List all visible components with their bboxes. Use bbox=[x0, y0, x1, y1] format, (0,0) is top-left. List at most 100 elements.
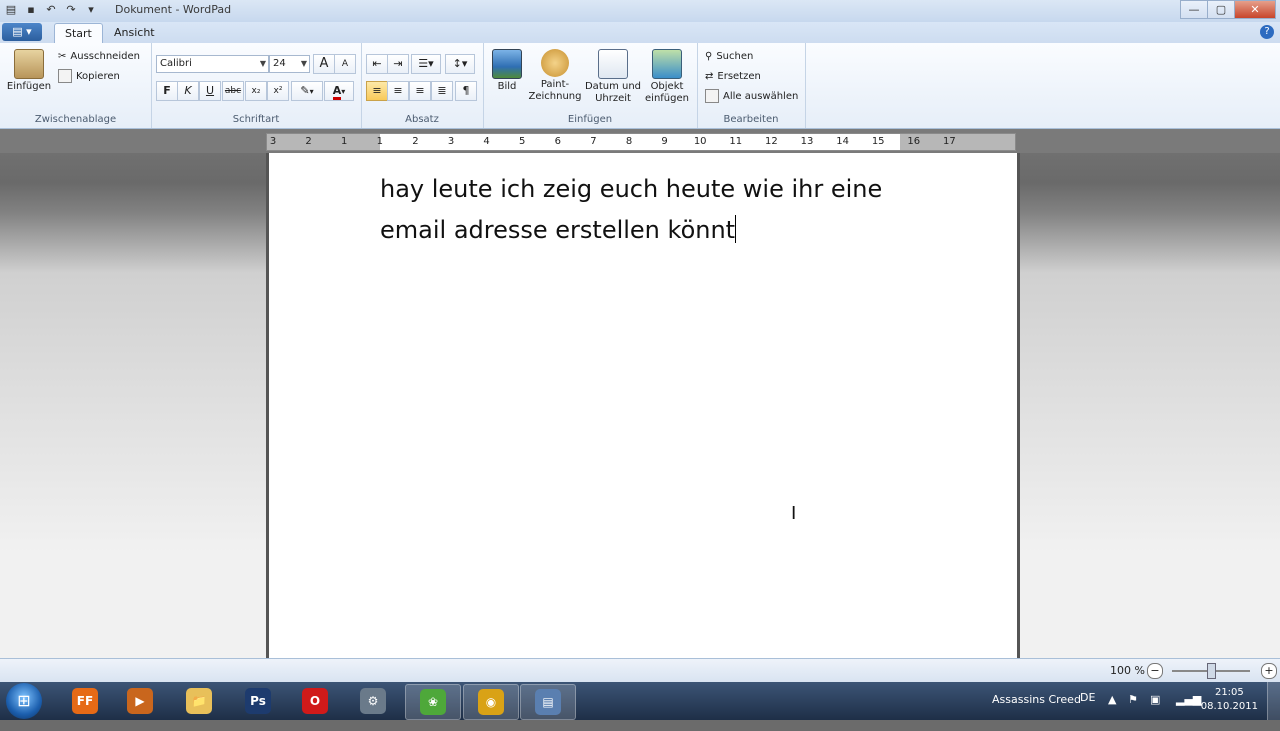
zoom-level: 100 % bbox=[1110, 664, 1145, 677]
object-label-line2: einfügen bbox=[645, 93, 689, 104]
chrome-icon: ◉ bbox=[478, 689, 504, 715]
subscript-button[interactable]: x₂ bbox=[245, 81, 267, 101]
select-all-icon bbox=[705, 89, 719, 103]
ruler-tick: 17 bbox=[943, 136, 956, 147]
text-caret bbox=[735, 215, 737, 243]
palette-icon bbox=[541, 49, 569, 77]
tray-network-icon[interactable]: ▣ bbox=[1150, 693, 1160, 731]
picture-button[interactable]: Bild bbox=[491, 49, 523, 93]
bullet-list-icon[interactable]: ☰▾ bbox=[411, 54, 441, 74]
opera-icon: O bbox=[302, 688, 328, 714]
bold-button[interactable]: F bbox=[156, 81, 178, 101]
tab-ansicht[interactable]: Ansicht bbox=[104, 23, 165, 43]
taskbar-app-leaf[interactable]: ❀ bbox=[405, 684, 461, 720]
ruler-tick: 14 bbox=[836, 136, 849, 147]
tab-start[interactable]: Start bbox=[54, 23, 103, 44]
copy-button[interactable]: Kopieren bbox=[58, 69, 120, 85]
ruler-tick: 12 bbox=[765, 136, 778, 147]
document-page[interactable]: hay leute ich zeig euch heute wie ihr ei… bbox=[266, 153, 1020, 658]
strikethrough-button[interactable]: abc bbox=[222, 81, 244, 101]
ruler-tick: 13 bbox=[800, 136, 814, 147]
window-controls: — ▢ ✕ bbox=[1180, 0, 1276, 19]
document-text[interactable]: hay leute ich zeig euch heute wie ihr ei… bbox=[380, 169, 920, 251]
wordpad-icon: ▤ bbox=[535, 689, 561, 715]
firefox-icon: FF bbox=[72, 688, 98, 714]
clipboard-icon bbox=[14, 49, 44, 79]
clock[interactable]: 21:05 08.10.2011 bbox=[1201, 686, 1258, 714]
close-button[interactable]: ✕ bbox=[1234, 0, 1276, 19]
tray-signal-icon[interactable]: ▂▄▆ bbox=[1176, 693, 1201, 731]
justify-icon[interactable]: ≣ bbox=[431, 81, 453, 101]
tool-icon: ⚙ bbox=[360, 688, 386, 714]
zoom-out-button[interactable]: − bbox=[1147, 663, 1163, 679]
paste-button[interactable]: Einfügen bbox=[6, 49, 52, 93]
ruler-tick: 7 bbox=[590, 136, 597, 147]
font-family-select[interactable]: Calibri ▼ bbox=[156, 55, 269, 73]
highlighter-icon: ✎ bbox=[300, 84, 310, 97]
align-center-icon[interactable]: ≡ bbox=[387, 81, 409, 101]
copy-label: Kopieren bbox=[76, 71, 120, 82]
taskbar-app-explorer[interactable]: 📁 bbox=[172, 684, 226, 718]
zoom-in-button[interactable]: + bbox=[1261, 663, 1277, 679]
group-paragraph: ⇤ ⇥ ☰▾ ↕▾ ≡ ≡ ≡ ≣ ¶ Absatz bbox=[361, 43, 484, 128]
taskbar-app-media[interactable]: ▶ bbox=[113, 684, 167, 718]
datetime-button[interactable]: Datum und Uhrzeit bbox=[583, 49, 643, 105]
application-menu-button[interactable]: ▤ ▾ bbox=[2, 23, 42, 41]
taskbar: ⊞ FF ▶ 📁 Ps O ⚙ ❀ ◉ ▤ Assassins Creed DE ▲ ⚑ ▣ ▂… bbox=[0, 682, 1280, 720]
explorer-icon: 📁 bbox=[186, 688, 212, 714]
font-group-label: Schriftart bbox=[232, 114, 280, 125]
replace-button[interactable]: ⇄ Ersetzen bbox=[705, 69, 761, 85]
paragraph-group-label: Absatz bbox=[405, 114, 439, 125]
italic-button[interactable]: K bbox=[177, 81, 199, 101]
picture-icon bbox=[492, 49, 522, 79]
decrease-indent-icon[interactable]: ⇤ bbox=[366, 54, 388, 74]
cut-button[interactable]: ✂ Ausschneiden bbox=[58, 49, 140, 65]
find-button[interactable]: ⚲ Suchen bbox=[705, 49, 753, 65]
clock-time: 21:05 bbox=[1214, 687, 1244, 698]
paste-label: Einfügen bbox=[6, 81, 52, 92]
taskbar-app-opera[interactable]: O bbox=[288, 684, 342, 718]
font-color-button[interactable]: A▾ bbox=[324, 81, 354, 101]
zoom-slider-thumb[interactable] bbox=[1207, 663, 1216, 679]
superscript-button[interactable]: x² bbox=[267, 81, 289, 101]
tray-flag-icon[interactable]: ⚑ bbox=[1128, 693, 1138, 731]
help-icon[interactable]: ? bbox=[1260, 25, 1274, 39]
taskbar-app-firefox[interactable]: FF bbox=[58, 684, 112, 718]
object-label-line1: Objekt bbox=[650, 81, 684, 92]
grow-font-button[interactable]: A bbox=[313, 54, 335, 74]
status-bar: 100 % − + bbox=[0, 658, 1280, 683]
minimize-button[interactable]: — bbox=[1180, 0, 1208, 19]
start-button[interactable]: ⊞ bbox=[6, 683, 42, 719]
object-icon bbox=[652, 49, 682, 79]
taskbar-app-photoshop[interactable]: Ps bbox=[231, 684, 285, 718]
underline-button[interactable]: U bbox=[199, 81, 221, 101]
show-desktop-button[interactable] bbox=[1267, 682, 1280, 720]
line-spacing-icon[interactable]: ↕▾ bbox=[445, 54, 475, 74]
maximize-button[interactable]: ▢ bbox=[1207, 0, 1235, 19]
ruler-tick: 5 bbox=[519, 136, 526, 147]
cut-label: Ausschneiden bbox=[70, 51, 140, 62]
ruler-tick: 3 bbox=[269, 136, 277, 147]
title-bar: ▤ ▪ ↶ ↷ ▾ Dokument - WordPad — ▢ ✕ bbox=[0, 0, 1280, 23]
taskbar-app-tool[interactable]: ⚙ bbox=[346, 684, 400, 718]
clipboard-group-label: Zwischenablage bbox=[34, 114, 117, 125]
taskbar-app-chrome[interactable]: ◉ bbox=[463, 684, 519, 720]
ruler-tick: 2 bbox=[412, 136, 419, 147]
tray-expand-icon[interactable]: ▲ bbox=[1108, 693, 1116, 731]
ruler[interactable]: 3 2 1 1 2 3 4 5 6 7 8 9 10 11 12 13 14 15 16 17 bbox=[266, 133, 1016, 151]
paint-drawing-button[interactable]: Paint- Zeichnung bbox=[527, 49, 583, 103]
language-indicator[interactable]: DE bbox=[1080, 691, 1095, 729]
shrink-font-button[interactable]: A bbox=[334, 54, 356, 74]
insert-object-button[interactable]: Objekt einfügen bbox=[643, 49, 691, 105]
ruler-area: 3 2 1 1 2 3 4 5 6 7 8 9 10 11 12 13 14 15 16 17 bbox=[0, 129, 1280, 153]
ruler-tick: 1 bbox=[341, 136, 348, 147]
align-left-icon[interactable]: ≡ bbox=[366, 81, 388, 101]
select-all-button[interactable]: Alle auswählen bbox=[705, 89, 798, 105]
group-insert: Bild Paint- Zeichnung Datum und Uhrzeit … bbox=[483, 43, 698, 128]
align-right-icon[interactable]: ≡ bbox=[409, 81, 431, 101]
font-size-select[interactable]: 24 ▼ bbox=[269, 55, 310, 73]
increase-indent-icon[interactable]: ⇥ bbox=[387, 54, 409, 74]
paragraph-settings-icon[interactable]: ¶ bbox=[455, 81, 477, 101]
taskbar-app-wordpad[interactable]: ▤ bbox=[520, 684, 576, 720]
highlight-button[interactable]: ✎▾ bbox=[291, 81, 323, 101]
